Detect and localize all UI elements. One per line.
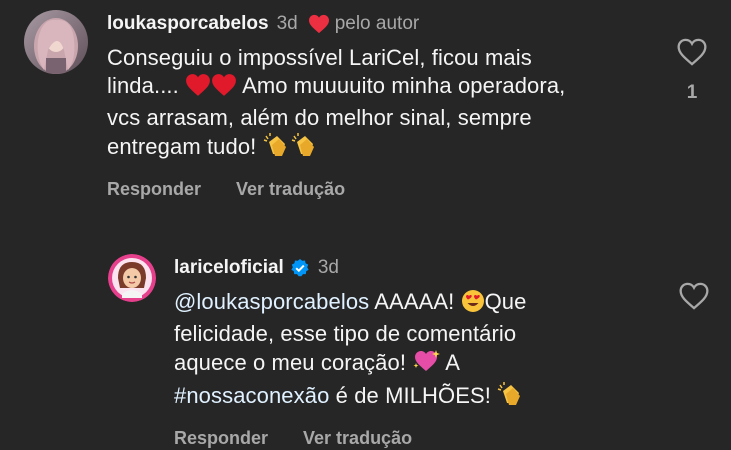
avatar[interactable] xyxy=(108,254,156,302)
text-fragment: AAAAA! xyxy=(374,289,455,314)
like-button[interactable] xyxy=(677,282,711,310)
reply-button[interactable]: Responder xyxy=(107,179,201,200)
comment-line: @loukasporcabelos AAAAA! Que xyxy=(174,288,661,320)
red-heart-emoji xyxy=(211,73,237,104)
comment-text: @loukasporcabelos AAAAA! Que felicidade,… xyxy=(174,288,661,414)
comment-meta: loukasporcabelos 3d pelo autor xyxy=(107,10,661,38)
username[interactable]: lariceloficial xyxy=(174,257,284,279)
text-fragment: Amo muuuuito minha operadora, xyxy=(242,73,566,98)
liked-by-author-label: pelo autor xyxy=(334,13,420,34)
text-fragment: aquece o meu coração! xyxy=(174,350,407,375)
comment-line: linda.... Amo muuuuito minha operadora, xyxy=(107,72,661,104)
timestamp: 3d xyxy=(317,257,339,278)
comment-text: Conseguiu o impossível LariCel, ficou ma… xyxy=(107,44,661,165)
clapping-hands-emoji xyxy=(291,132,319,165)
clapping-hands-emoji xyxy=(497,381,525,414)
avatar[interactable] xyxy=(24,10,88,74)
text-fragment: é de MILHÕES! xyxy=(335,383,492,408)
text-fragment: linda.... xyxy=(107,73,179,98)
mention-link[interactable]: @loukasporcabelos xyxy=(174,289,369,314)
red-heart-emoji xyxy=(185,73,211,104)
like-count: 1 xyxy=(686,82,698,103)
comment-meta: lariceloficial 3d xyxy=(174,254,661,282)
hashtag-link[interactable]: #nossaconexão xyxy=(174,383,329,408)
comment-line: aquece o meu coração! A xyxy=(174,348,661,381)
like-button[interactable]: 1 xyxy=(675,38,709,104)
comment-line: #nossaconexão é de MILHÕES! xyxy=(174,381,661,414)
username[interactable]: loukasporcabelos xyxy=(107,13,269,35)
comment-line: Conseguiu o impossível LariCel, ficou ma… xyxy=(107,45,532,70)
see-translation-button[interactable]: Ver tradução xyxy=(303,428,412,449)
text-fragment: Que xyxy=(484,289,527,314)
clapping-hands-emoji xyxy=(263,132,291,165)
comment-body: loukasporcabelos 3d pelo autor Conseguiu… xyxy=(107,10,661,200)
comment-body: lariceloficial 3d @loukasporcabelos AAAA… xyxy=(174,254,661,449)
comments-thread: loukasporcabelos 3d pelo autor Conseguiu… xyxy=(0,0,731,450)
comment-actions: Responder Ver tradução xyxy=(174,428,661,449)
sparkling-heart-emoji xyxy=(412,348,441,381)
heart-outline-icon[interactable] xyxy=(676,38,708,66)
heart-eyes-emoji xyxy=(461,289,485,320)
comment-actions: Responder Ver tradução xyxy=(107,179,661,200)
text-fragment: A xyxy=(445,350,461,375)
heart-outline-icon[interactable] xyxy=(678,282,710,310)
timestamp: 3d xyxy=(276,13,298,34)
reply-button[interactable]: Responder xyxy=(174,428,268,449)
comment-line: entregam tudo! xyxy=(107,132,661,165)
author-heart-icon xyxy=(308,14,330,34)
comment-line: vcs arrasam, além do melhor sinal, sempr… xyxy=(107,105,532,130)
see-translation-button[interactable]: Ver tradução xyxy=(236,179,345,200)
verified-badge-icon xyxy=(290,258,310,278)
comment-line: felicidade, esse tipo de comentário xyxy=(174,321,517,346)
text-fragment: entregam tudo! xyxy=(107,134,257,159)
